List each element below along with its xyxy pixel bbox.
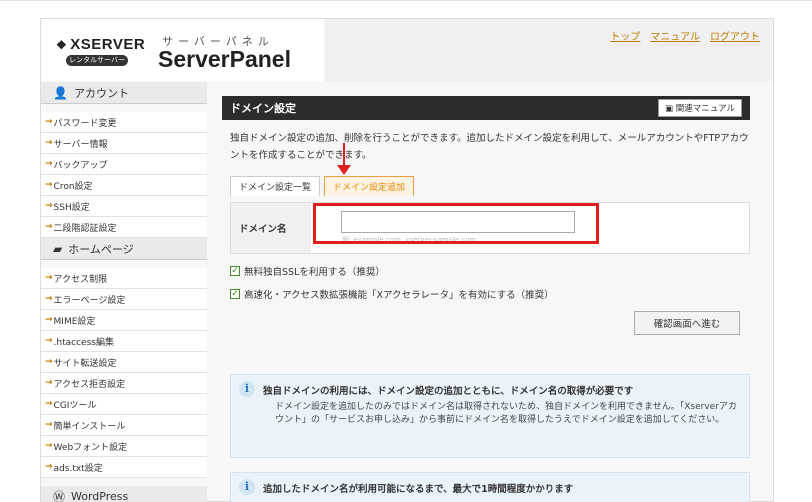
info-icon: i [239, 381, 255, 397]
sidebar-header-homepage: ▰ ホームページ [41, 238, 207, 260]
accelerator-checkbox-row[interactable]: ✓ 高速化・アクセス数拡張機能「Xアクセラレータ」を有効にする（推奨） [230, 287, 554, 301]
sidebar-item-password[interactable]: → パスワード変更 [41, 112, 207, 133]
ssl-checkbox-row[interactable]: ✓ 無料独自SSLを利用する（推奨） [230, 264, 385, 278]
sidebar-item-label: CGIツール [53, 400, 97, 411]
sidebar-item-htaccess[interactable]: → .htaccess編集 [41, 331, 207, 352]
arrow-icon: → [45, 273, 53, 283]
arrow-icon: → [45, 315, 53, 325]
info-body: ドメイン設定を追加したのみではドメイン名は取得されないため、独自ドメインを利用で… [275, 402, 737, 425]
sidebar-item-label: Webフォント設定 [53, 442, 128, 453]
top-link-top[interactable]: トップ [610, 28, 640, 43]
arrow-icon: → [45, 441, 53, 451]
diamond-logo-icon: ❖ [56, 38, 68, 52]
top-links: トップ マニュアル ログアウト [610, 28, 760, 43]
annotation-highlight-box [313, 203, 599, 244]
sidebar-item-label: アクセス制限 [53, 274, 108, 285]
page-title: ドメイン設定 [230, 102, 296, 115]
rental-server-badge: レンタルサーバー [66, 55, 128, 66]
info-box-propagation: i 追加したドメイン名が利用可能になるまで、最大で1時間程度かかります [230, 472, 750, 502]
sidebar-item-site-transfer[interactable]: → サイト転送設定 [41, 352, 207, 373]
sidebar-item-label: ads.txt設定 [53, 463, 103, 474]
sidebar-item-label: 二段階認証設定 [53, 223, 117, 234]
sidebar-item-label: Cron設定 [53, 181, 93, 192]
page-description: 独自ドメイン設定の追加、削除を行うことができます。追加したドメイン設定を利用して… [230, 133, 749, 161]
tab-domain-list[interactable]: ドメイン設定一覧 [230, 176, 321, 196]
sidebar-header-wordpress: Ⓦ WordPress [41, 486, 207, 502]
sidebar-item-label: SSH設定 [53, 202, 90, 213]
sidebar-item-backup[interactable]: → バックアップ [41, 154, 207, 175]
arrow-icon: → [45, 462, 53, 472]
sidebar-item-error-page[interactable]: → エラーページ設定 [41, 289, 207, 310]
wordpress-icon: Ⓦ [53, 490, 66, 502]
sidebar-item-server-info[interactable]: → サーバー情報 [41, 133, 207, 154]
sidebar-item-label: アクセス拒否設定 [53, 379, 126, 390]
arrow-icon: → [45, 222, 53, 232]
manual-button-label: 関連マニュアル [675, 104, 735, 114]
sidebar-item-label: .htaccess編集 [53, 337, 114, 348]
top-link-manual[interactable]: マニュアル [650, 28, 700, 43]
manual-book-icon: ▣ [665, 104, 676, 114]
tab-domain-add[interactable]: ドメイン設定追加 [324, 176, 415, 196]
accelerator-checkbox-label: 高速化・アクセス数拡張機能「Xアクセラレータ」を有効にする（推奨） [244, 290, 554, 301]
sidebar-item-access-deny[interactable]: → アクセス拒否設定 [41, 373, 207, 394]
arrow-icon: → [45, 159, 53, 169]
arrow-icon: → [45, 138, 53, 148]
sidebar-item-2fa[interactable]: → 二段階認証設定 [41, 217, 207, 238]
xserver-logo: ❖ XSERVER [56, 36, 145, 53]
domain-name-label: ドメイン名 [231, 203, 311, 253]
sidebar-item-label: サイト転送設定 [53, 358, 117, 369]
top-border [0, 0, 812, 4]
info-icon: i [239, 479, 255, 495]
sidebar-header-label: ホームページ [68, 242, 134, 256]
sidebar-item-label: 簡単インストール [53, 421, 126, 432]
sidebar-header-label: アカウント [73, 86, 129, 100]
arrow-icon: → [45, 420, 53, 430]
arrow-icon: → [45, 336, 53, 346]
sidebar-header-account: 👤 アカウント [41, 82, 207, 104]
ssl-checkbox[interactable]: ✓ [230, 266, 240, 276]
sidebar-item-easy-install[interactable]: → 簡単インストール [41, 415, 207, 436]
main-content: ドメイン設定 ▣ 関連マニュアル 独自ドメイン設定の追加、削除を行うことができま… [222, 96, 750, 502]
sidebar-item-cgi[interactable]: → CGIツール [41, 394, 207, 415]
sidebar-item-ads-txt[interactable]: → ads.txt設定 [41, 457, 207, 478]
info-title: 追加したドメイン名が利用可能になるまで、最大で1時間程度かかります [263, 484, 574, 495]
sidebar-item-label: MIME設定 [53, 316, 96, 327]
sidebar-item-label: バックアップ [53, 160, 108, 171]
related-manual-button[interactable]: ▣ 関連マニュアル [658, 99, 742, 117]
accelerator-checkbox[interactable]: ✓ [230, 289, 240, 299]
sidebar-item-mime[interactable]: → MIME設定 [41, 310, 207, 331]
sidebar-item-ssh[interactable]: → SSH設定 [41, 196, 207, 217]
user-icon: 👤 [53, 85, 68, 100]
page-title-bar: ドメイン設定 ▣ 関連マニュアル [222, 96, 750, 120]
arrow-icon: → [45, 357, 53, 367]
server-panel-title: ServerPanel [158, 46, 291, 72]
sidebar-header-label: WordPress [71, 490, 129, 502]
brand-name: XSERVER [70, 36, 146, 53]
arrow-icon: → [45, 294, 53, 304]
confirm-button[interactable]: 確認画面へ進む [634, 311, 740, 335]
arrow-icon: → [45, 201, 53, 211]
top-link-logout[interactable]: ログアウト [710, 28, 760, 43]
sidebar-item-access-limit[interactable]: → アクセス制限 [41, 268, 207, 289]
arrow-icon: → [45, 399, 53, 409]
sidebar-item-label: サーバー情報 [53, 139, 108, 150]
sidebar-item-label: パスワード変更 [53, 118, 117, 129]
annotation-arrow-head-icon [337, 165, 351, 175]
sidebar-item-webfont[interactable]: → Webフォント設定 [41, 436, 207, 457]
ssl-checkbox-label: 無料独自SSLを利用する（推奨） [244, 267, 385, 278]
arrow-icon: → [45, 180, 53, 190]
info-box-domain-required: i 独自ドメインの利用には、ドメイン設定の追加とともに、ドメイン名の取得が必要で… [230, 374, 750, 458]
arrow-icon: → [45, 378, 53, 388]
sidebar-item-label: エラーページ設定 [53, 295, 126, 306]
sidebar: 👤 アカウント → パスワード変更 → サーバー情報 → バックアップ → Cron設定 … [41, 82, 207, 502]
arrow-icon: → [45, 117, 53, 127]
info-title: 独自ドメインの利用には、ドメイン設定の追加とともに、ドメイン名の取得が必要です [263, 386, 634, 397]
homepage-icon: ▰ [53, 241, 63, 256]
sidebar-item-cron[interactable]: → Cron設定 [41, 175, 207, 196]
tab-bar: ドメイン設定一覧 ドメイン設定追加 [230, 176, 415, 196]
